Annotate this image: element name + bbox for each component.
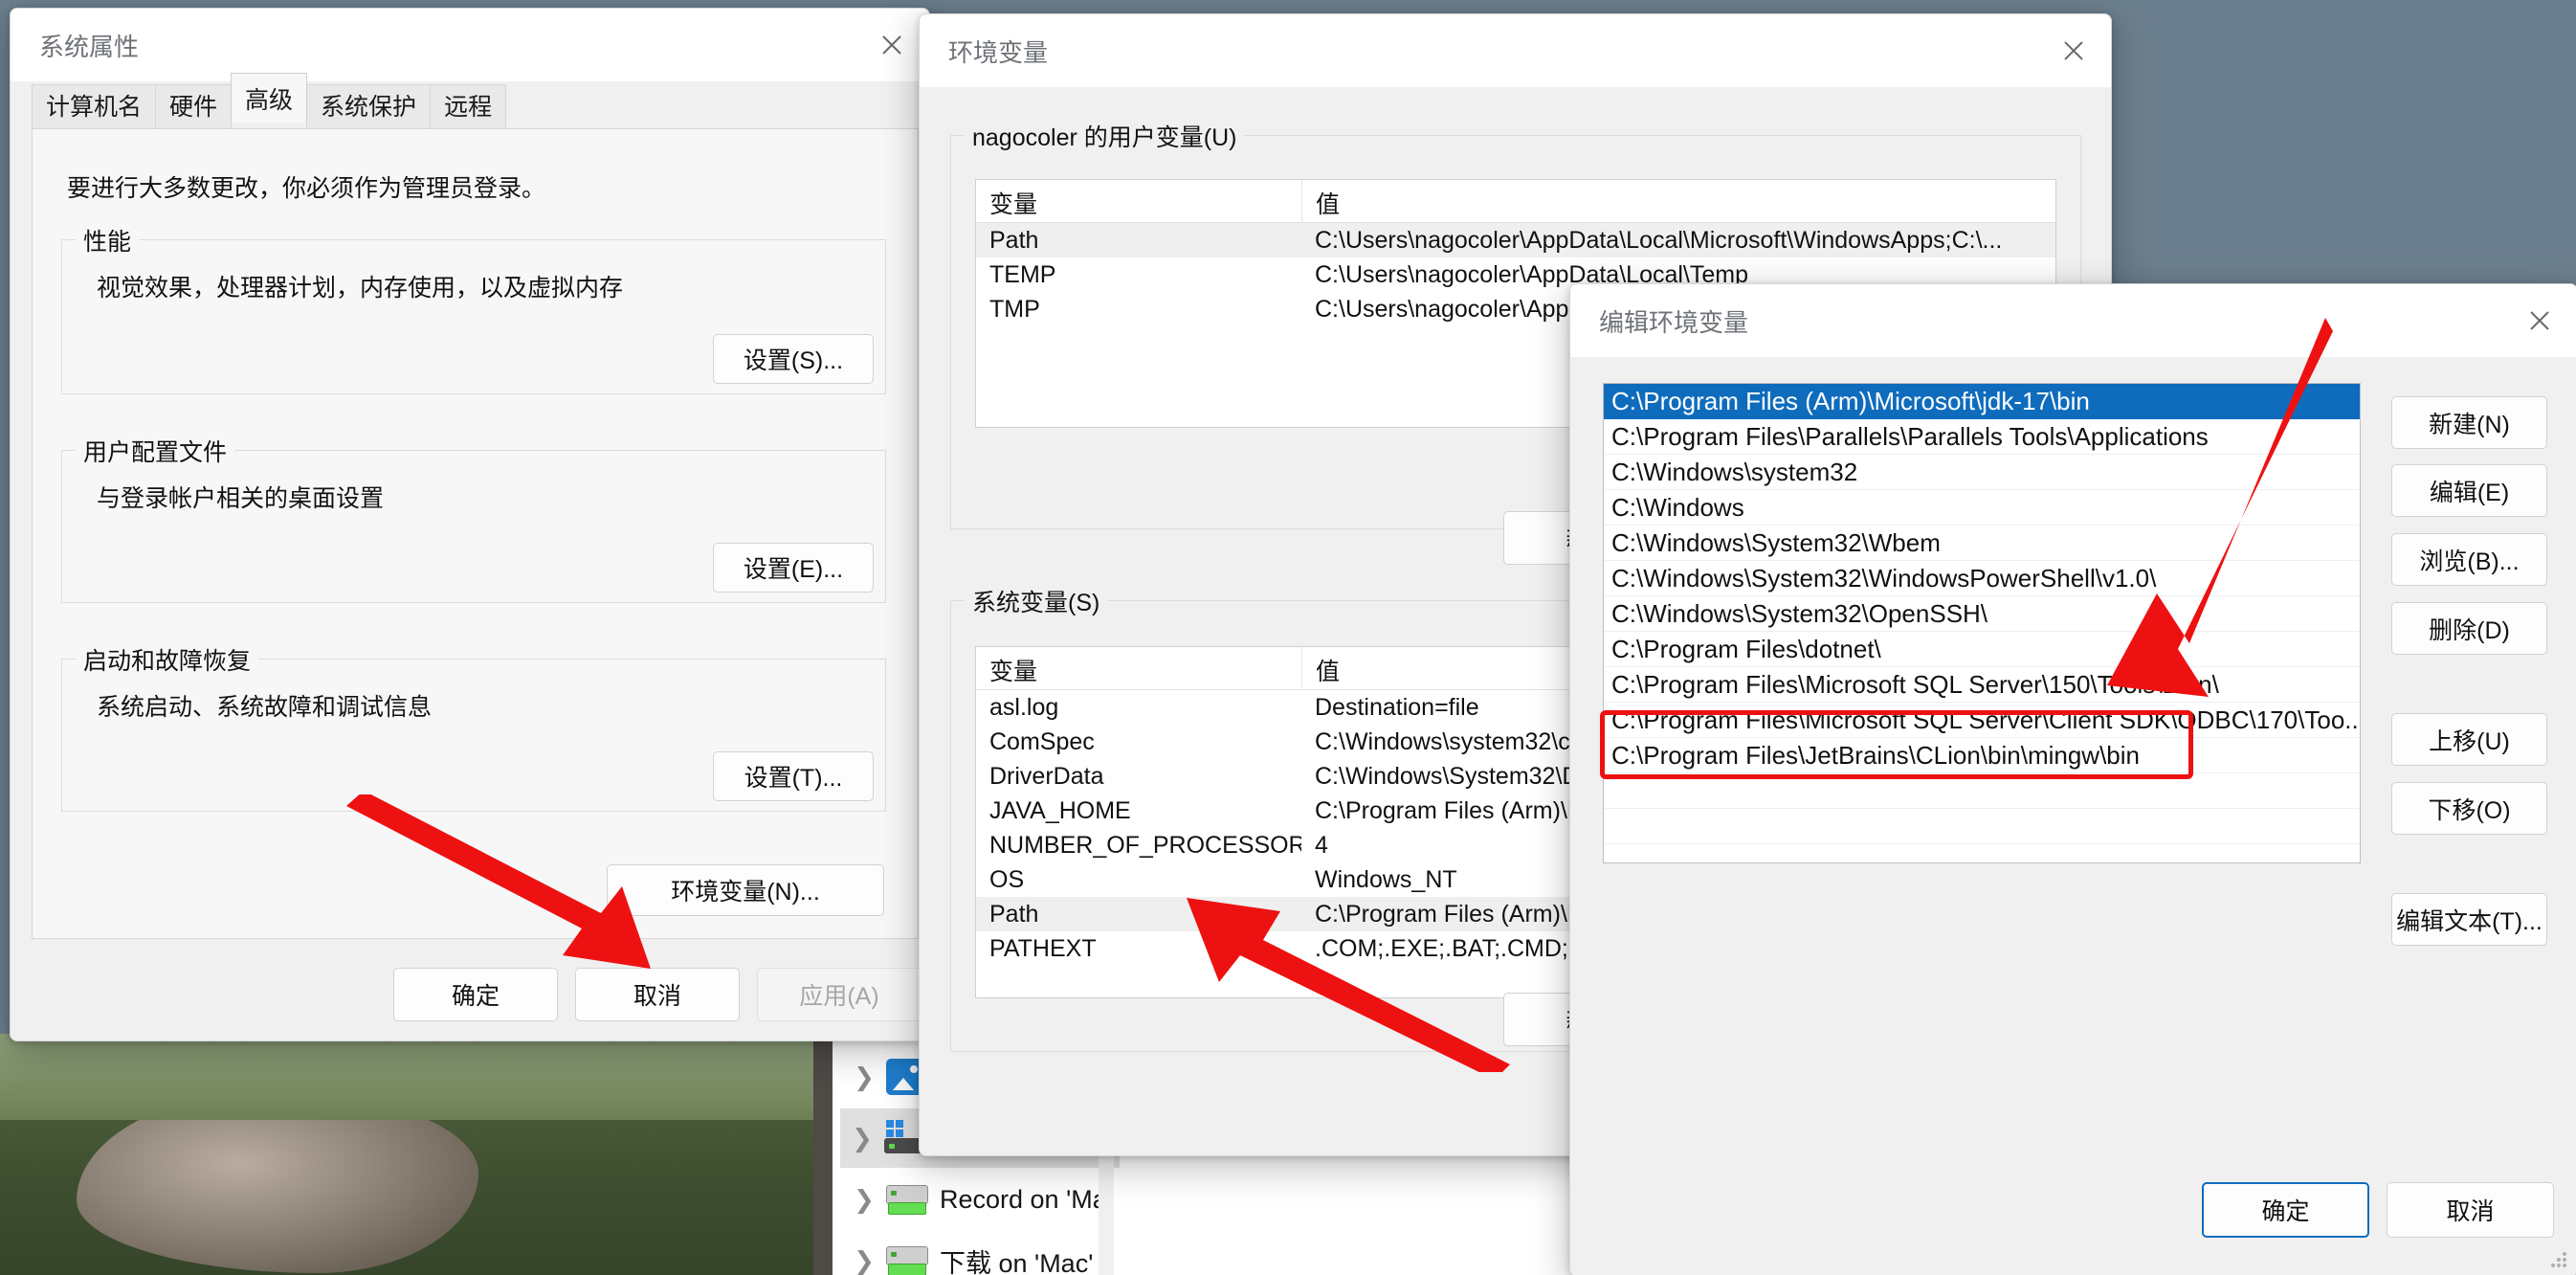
edit-environment-variable-window: 编辑环境变量 C:\Program Files (Arm)\Microsoft\… xyxy=(1569,283,2576,1275)
close-icon[interactable] xyxy=(2036,14,2111,87)
window-title: 系统属性 xyxy=(39,32,140,61)
tab-remote[interactable]: 远程 xyxy=(430,84,507,129)
cancel-button[interactable]: 取消 xyxy=(2387,1182,2554,1238)
edit-text-button[interactable]: 编辑文本(T)... xyxy=(2391,893,2547,946)
startup-recovery-group-desc: 系统启动、系统故障和调试信息 xyxy=(97,694,433,721)
column-header-name[interactable]: 变量 xyxy=(976,180,1301,222)
path-entry[interactable]: C:\Program Files\Parallels\Parallels Too… xyxy=(1604,419,2360,455)
explorer-edge xyxy=(813,1034,834,1275)
tab-system-protection[interactable]: 系统保护 xyxy=(306,84,432,129)
tree-item-label: 下载 on 'Mac' ( xyxy=(940,1248,1109,1275)
table-row[interactable]: Path C:\Users\nagocoler\AppData\Local\Mi… xyxy=(976,223,2055,257)
tab-computer-name[interactable]: 计算机名 xyxy=(32,84,157,129)
user-variables-header: 变量 值 xyxy=(976,180,2055,223)
path-entry-blank[interactable] xyxy=(1604,809,2360,844)
chevron-right-icon: ❯ xyxy=(854,1184,875,1214)
environment-variables-button[interactable]: 环境变量(N)... xyxy=(607,864,884,916)
performance-group-desc: 视觉效果，处理器计划，内存使用，以及虚拟内存 xyxy=(97,275,624,302)
performance-settings-button[interactable]: 设置(S)... xyxy=(713,334,874,384)
startup-recovery-group: 启动和故障恢复 系统启动、系统故障和调试信息 设置(T)... xyxy=(61,642,886,812)
path-entry[interactable]: C:\Windows\System32\Wbem xyxy=(1604,526,2360,561)
variable-name: ComSpec xyxy=(989,727,1095,755)
performance-group-title: 性能 xyxy=(76,223,140,257)
path-entry-blank[interactable] xyxy=(1604,844,2360,862)
system-variables-group-title: 系统变量(S) xyxy=(965,584,1108,618)
variable-name: DriverData xyxy=(989,762,1104,790)
path-entry[interactable]: C:\Program Files\Microsoft SQL Server\Cl… xyxy=(1604,703,2360,738)
startup-recovery-settings-button[interactable]: 设置(T)... xyxy=(713,751,874,801)
path-entry[interactable]: C:\Program Files (Arm)\Microsoft\jdk-17\… xyxy=(1604,384,2360,419)
screen: ❯ ❯ ❯ Record on 'Ma ❯ 下载 on 'Mac' ( 系统属性 xyxy=(0,0,2576,1275)
chevron-right-icon: ❯ xyxy=(854,1062,875,1091)
ok-button[interactable]: 确定 xyxy=(393,968,558,1021)
tabstrip: 计算机名 硬件 高级 系统保护 远程 xyxy=(32,73,507,129)
variable-name: OS xyxy=(989,865,1025,893)
tab-advanced[interactable]: 高级 xyxy=(231,73,308,123)
variable-name: PATHEXT xyxy=(989,934,1097,962)
cancel-button[interactable]: 取消 xyxy=(575,968,740,1021)
edit-environment-variable-titlebar[interactable]: 编辑环境变量 xyxy=(1570,284,2576,357)
tab-hardware[interactable]: 硬件 xyxy=(155,84,233,129)
variable-name: Path xyxy=(989,900,1039,928)
tab-panel-advanced: 要进行大多数更改，你必须作为管理员登录。 性能 视觉效果，处理器计划，内存使用，… xyxy=(32,128,919,939)
variable-name: TEMP xyxy=(989,260,1056,288)
system-properties-titlebar[interactable]: 系统属性 xyxy=(11,9,929,81)
column-header-name[interactable]: 变量 xyxy=(976,647,1301,689)
path-entries-list[interactable]: C:\Program Files (Arm)\Microsoft\jdk-17\… xyxy=(1603,383,2361,863)
browse-button[interactable]: 浏览(B)... xyxy=(2391,533,2547,586)
startup-recovery-group-title: 启动和故障恢复 xyxy=(76,642,259,677)
chevron-right-icon: ❯ xyxy=(854,1245,875,1275)
variable-value: C:\Users\nagocoler\AppData\Local\Microso… xyxy=(1315,226,2003,254)
variable-name: NUMBER_OF_PROCESSORS xyxy=(989,831,1301,859)
path-entry-clion-mingw[interactable]: C:\Program Files\JetBrains\CLion\bin\min… xyxy=(1604,738,2360,773)
variable-name: JAVA_HOME xyxy=(989,796,1131,824)
desktop-wallpaper xyxy=(0,1034,833,1275)
column-header-value[interactable]: 值 xyxy=(1301,180,2055,222)
apply-button: 应用(A) xyxy=(757,968,922,1021)
resize-grip[interactable] xyxy=(2550,1251,2567,1268)
variable-name: asl.log xyxy=(989,693,1059,721)
path-entry[interactable]: C:\Program Files\dotnet\ xyxy=(1604,632,2360,667)
window-title: 编辑环境变量 xyxy=(1599,307,1749,337)
new-button[interactable]: 新建(N) xyxy=(2391,396,2547,449)
user-profiles-group: 用户配置文件 与登录帐户相关的桌面设置 设置(E)... xyxy=(61,434,886,603)
system-properties-window: 系统属性 计算机名 硬件 高级 系统保护 远程 要进行大多数更改，你必须作为管理… xyxy=(10,8,930,1041)
path-entry-blank[interactable] xyxy=(1604,773,2360,809)
user-profiles-group-title: 用户配置文件 xyxy=(76,434,235,468)
environment-variables-titlebar[interactable]: 环境变量 xyxy=(920,14,2111,87)
close-icon[interactable] xyxy=(2502,284,2576,357)
variable-name: Path xyxy=(989,226,1039,254)
tree-item-label: Record on 'Ma xyxy=(940,1184,1107,1214)
network-drive-icon xyxy=(886,1242,928,1275)
path-entry[interactable]: C:\Windows\system32 xyxy=(1604,455,2360,490)
admin-notice: 要进行大多数更改，你必须作为管理员登录。 xyxy=(67,175,546,202)
move-up-button[interactable]: 上移(U) xyxy=(2391,713,2547,766)
user-variables-group-title: nagocoler 的用户变量(U) xyxy=(965,119,1245,153)
delete-button[interactable]: 删除(D) xyxy=(2391,602,2547,655)
path-entry[interactable]: C:\Program Files\Microsoft SQL Server\15… xyxy=(1604,667,2360,703)
path-entry[interactable]: C:\Windows xyxy=(1604,490,2360,526)
move-down-button[interactable]: 下移(O) xyxy=(2391,782,2547,835)
network-drive-icon xyxy=(886,1181,928,1218)
variable-name: TMP xyxy=(989,295,1040,323)
user-profiles-group-desc: 与登录帐户相关的桌面设置 xyxy=(97,485,385,512)
ok-button[interactable]: 确定 xyxy=(2202,1182,2369,1238)
path-entry[interactable]: C:\Windows\System32\WindowsPowerShell\v1… xyxy=(1604,561,2360,596)
user-profiles-settings-button[interactable]: 设置(E)... xyxy=(713,543,874,593)
chevron-right-icon: ❯ xyxy=(852,1123,873,1152)
path-entry[interactable]: C:\Windows\System32\OpenSSH\ xyxy=(1604,596,2360,632)
edit-button[interactable]: 编辑(E) xyxy=(2391,464,2547,517)
performance-group: 性能 视觉效果，处理器计划，内存使用，以及虚拟内存 设置(S)... xyxy=(61,223,886,394)
window-title: 环境变量 xyxy=(948,37,1049,67)
